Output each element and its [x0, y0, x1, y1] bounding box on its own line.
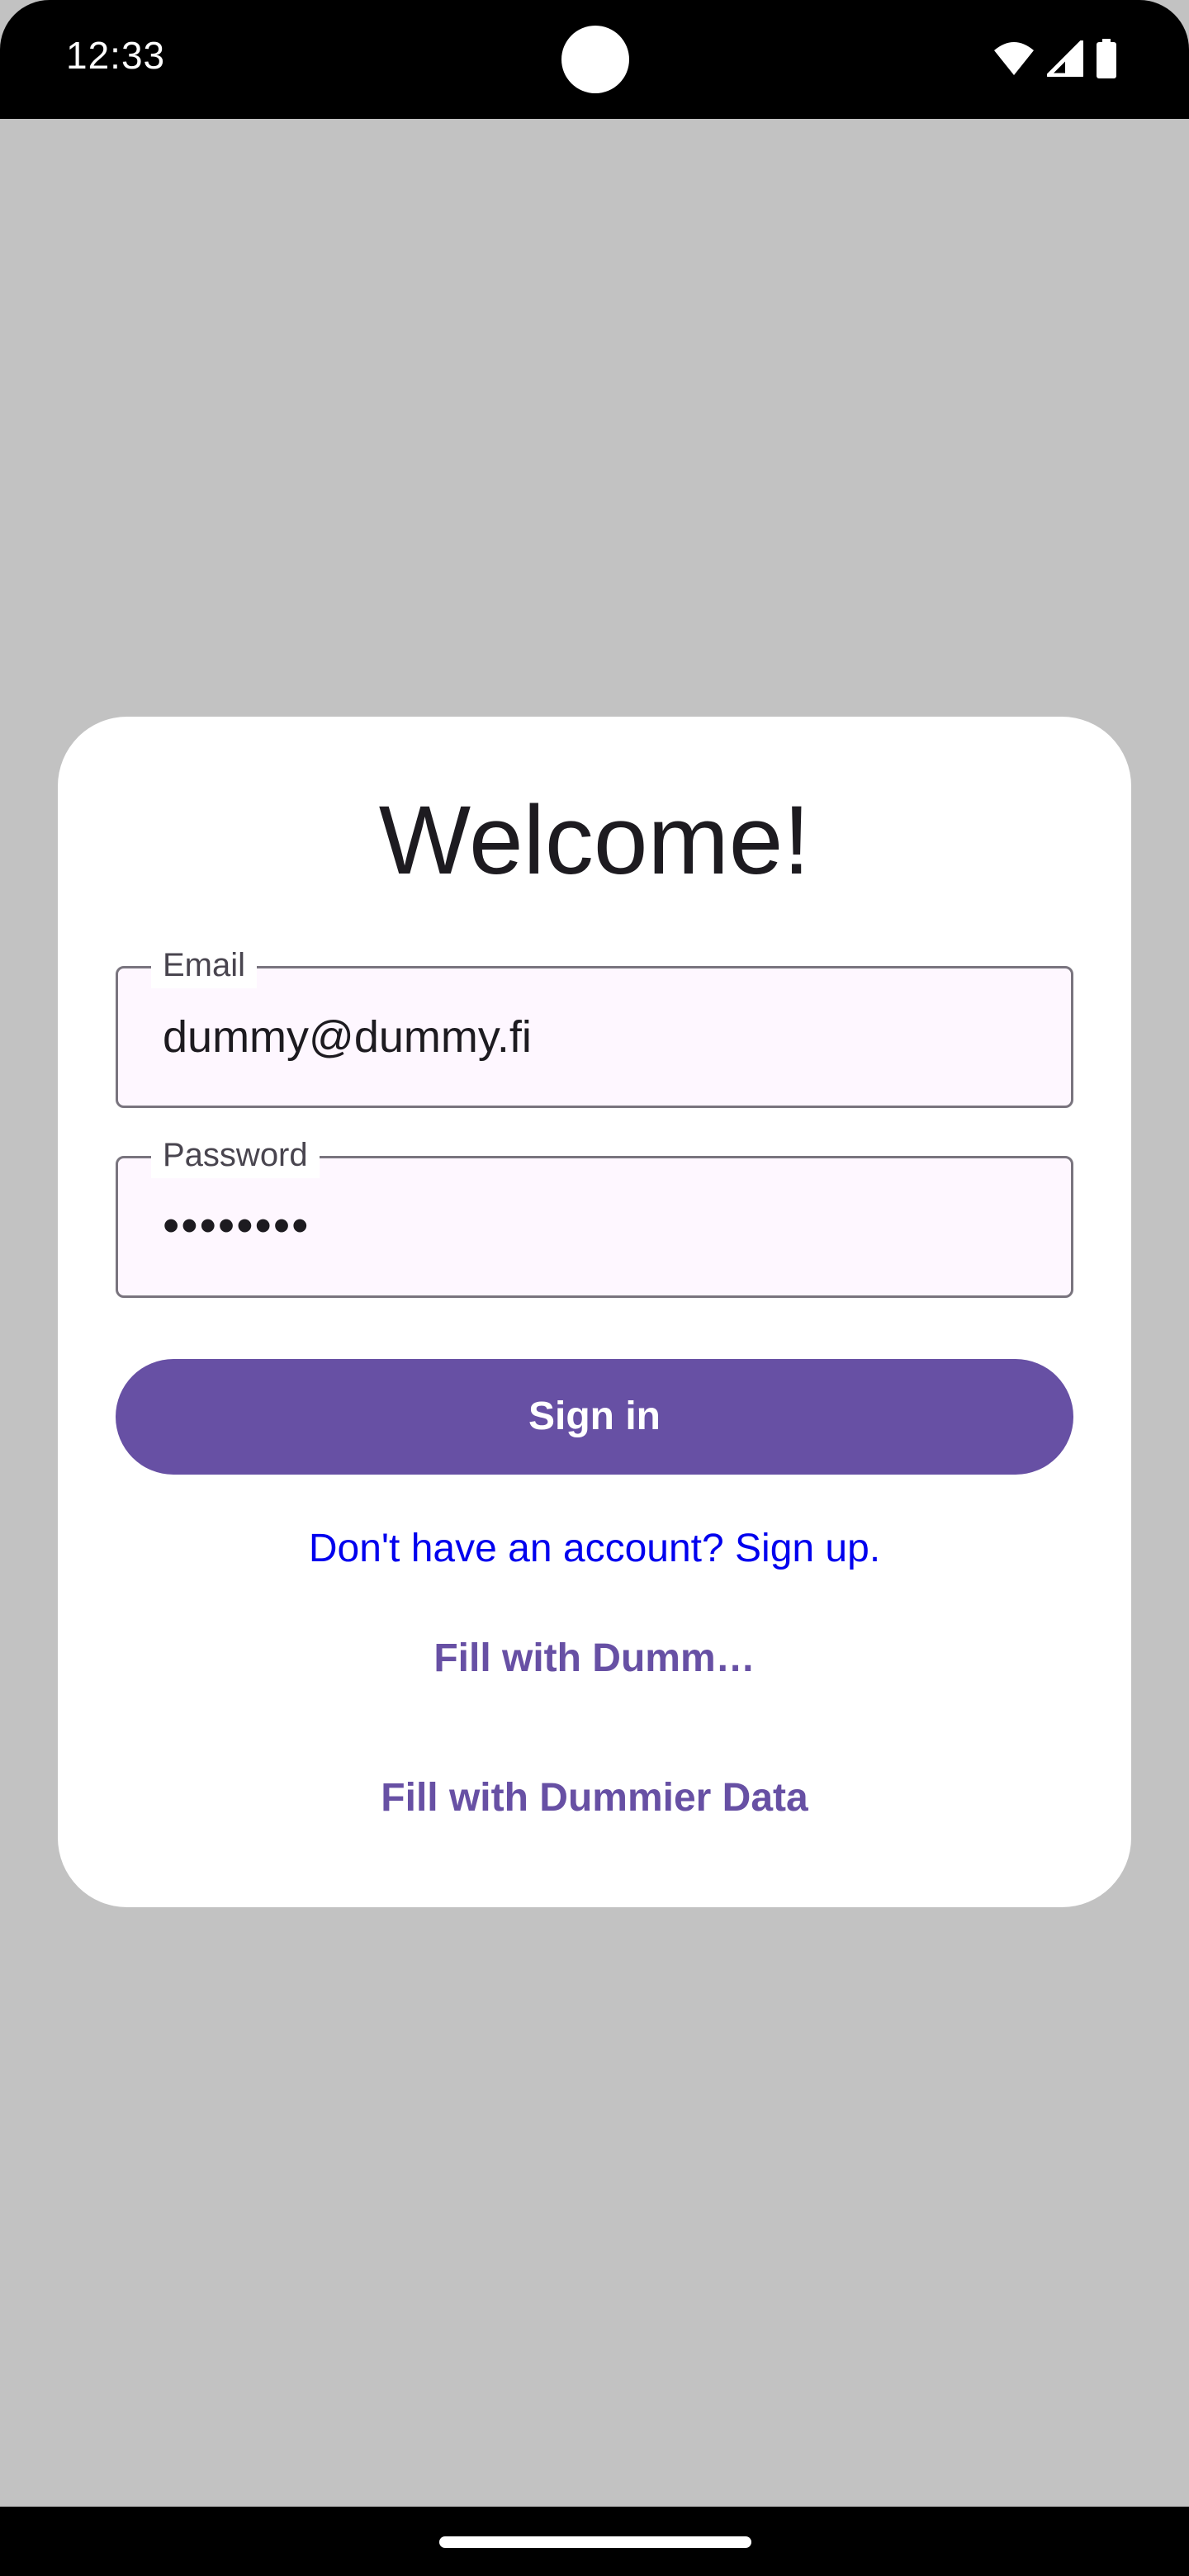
navigation-bar	[0, 2507, 1189, 2576]
status-icons	[992, 38, 1118, 79]
wifi-icon	[992, 40, 1035, 77]
email-field-label: Email	[151, 942, 258, 988]
battery-icon	[1095, 39, 1118, 78]
password-field-value[interactable]: ••••••••	[163, 1198, 310, 1253]
status-bar: 12:33	[0, 0, 1189, 119]
home-gesture-handle[interactable]	[439, 2536, 751, 2548]
login-dialog: Welcome! Email dummy@dummy.fi Password •…	[58, 717, 1131, 1907]
password-field[interactable]: Password ••••••••	[116, 1132, 1073, 1298]
email-field-value[interactable]: dummy@dummy.fi	[163, 1011, 532, 1063]
sign-in-button[interactable]: Sign in	[116, 1359, 1073, 1475]
dialog-title: Welcome!	[378, 786, 811, 895]
password-field-label: Password	[151, 1132, 320, 1178]
cell-signal-icon	[1047, 40, 1083, 77]
fill-dummier-data-button[interactable]: Fill with Dummier Data	[58, 1775, 1131, 1821]
fill-dummy-data-button[interactable]: Fill with Dumm…	[58, 1636, 1131, 1681]
camera-cutout	[561, 26, 629, 93]
email-field[interactable]: Email dummy@dummy.fi	[116, 942, 1073, 1108]
sign-up-link[interactable]: Don't have an account? Sign up.	[58, 1526, 1131, 1571]
status-time: 12:33	[66, 34, 166, 77]
